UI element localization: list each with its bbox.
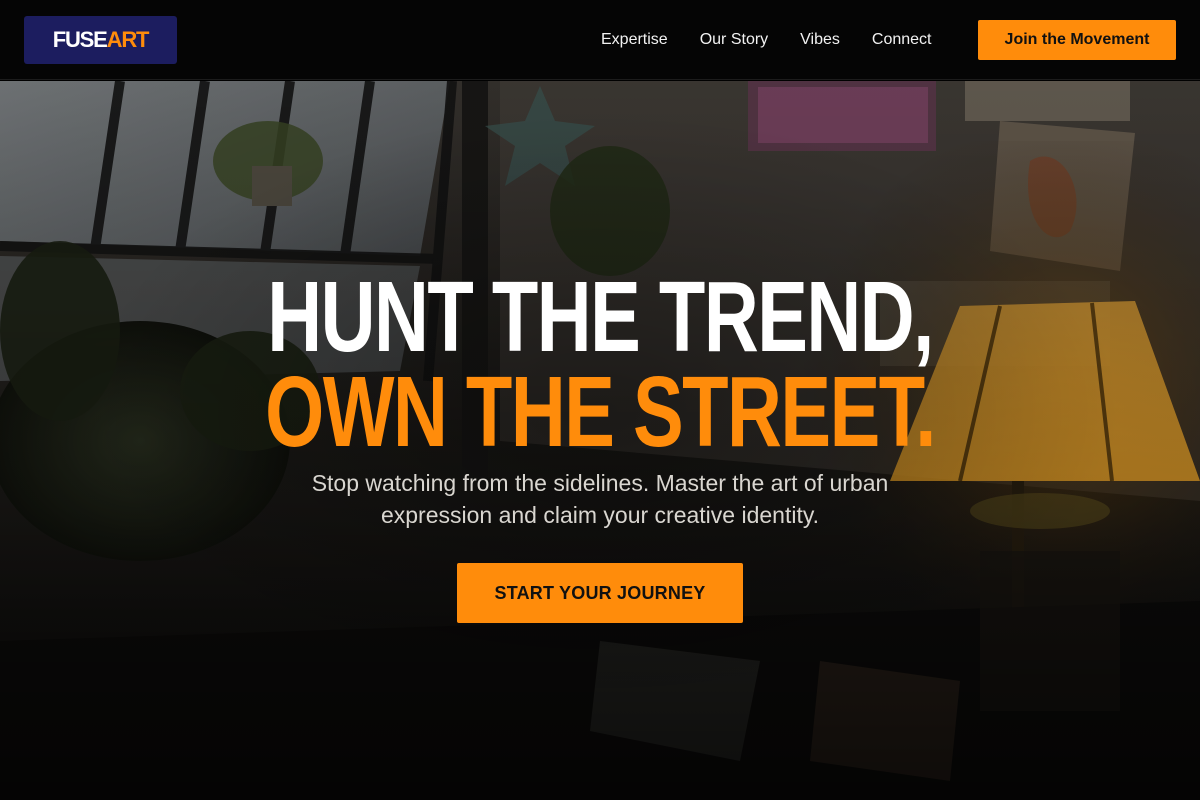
start-journey-button[interactable]: START YOUR JOURNEY: [457, 563, 743, 623]
nav-links: Expertise Our Story Vibes Connect: [601, 0, 932, 80]
nav-link-expertise[interactable]: Expertise: [601, 31, 668, 49]
hero-subtitle: Stop watching from the sidelines. Master…: [311, 470, 889, 528]
join-movement-button[interactable]: Join the Movement: [978, 20, 1176, 60]
hero-headline-line2: OWN THE STREET.: [265, 356, 936, 468]
logo[interactable]: FUSE ART: [24, 16, 177, 64]
nav-link-connect[interactable]: Connect: [872, 31, 932, 49]
nav-link-vibes[interactable]: Vibes: [800, 31, 840, 49]
logo-text-fuse: FUSE: [52, 27, 108, 52]
logo-text-art: ART: [106, 27, 150, 52]
hero-section: HUNT THE TREND, OWN THE STREET. Stop wat…: [0, 81, 1200, 800]
nav-link-our-story[interactable]: Our Story: [700, 31, 768, 49]
top-navbar: FUSE ART Expertise Our Story Vibes Connec…: [0, 0, 1200, 80]
hero-headline-line1: HUNT THE TREND,: [267, 261, 934, 373]
